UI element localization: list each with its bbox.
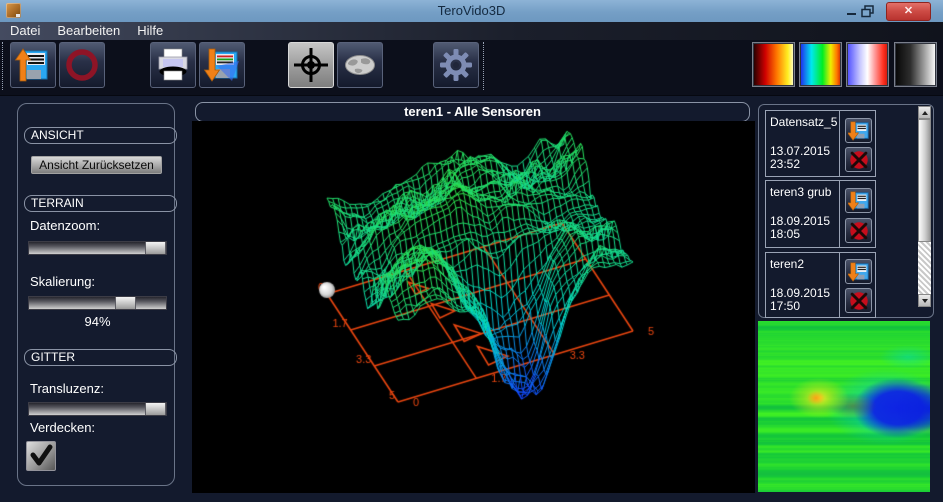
dataset-name: teren3 grub xyxy=(770,185,831,199)
minimize-button[interactable] xyxy=(845,4,859,18)
close-button[interactable]: ✕ xyxy=(886,2,931,21)
app-window: TeroVido3D ✕ Datei Bearbeiten Hilfe xyxy=(0,0,943,502)
record-circle-icon xyxy=(63,46,101,84)
scroll-up-button[interactable] xyxy=(918,106,931,119)
colormap-grayscale-button[interactable] xyxy=(894,42,937,87)
dataset-date: 18.09.2015 xyxy=(770,214,830,228)
colormap-rainbow-button[interactable] xyxy=(799,42,842,87)
scroll-down-button[interactable] xyxy=(918,294,931,307)
scrollbar-track[interactable] xyxy=(918,242,931,294)
dataset-delete-button[interactable] xyxy=(845,147,872,172)
dataset-item[interactable]: teren3 grub 18.09.2015 18:05 xyxy=(765,180,876,248)
dataset-date: 18.09.2015 xyxy=(770,286,830,300)
dataset-item[interactable]: Datensatz_5 13.07.2015 23:52 xyxy=(765,110,876,177)
checkmark-icon xyxy=(27,442,55,470)
toolbar-separator xyxy=(483,42,484,90)
dataset-delete-button[interactable] xyxy=(845,218,872,243)
crosshair-button[interactable] xyxy=(288,42,334,88)
floppy-down-arrow-icon xyxy=(848,261,870,283)
load-project-button[interactable] xyxy=(10,42,56,88)
dataset-name: teren2 xyxy=(770,257,804,271)
minimize-icon xyxy=(847,13,856,15)
settings-sidebar: ANSICHT Ansicht Zurücksetzen TERRAIN Dat… xyxy=(17,103,175,486)
floppy-down-arrow-icon xyxy=(848,190,870,212)
delete-x-icon xyxy=(848,290,870,312)
toolbar xyxy=(0,40,943,96)
dataset-save-button[interactable] xyxy=(845,259,872,284)
viewport-title: teren1 - Alle Sensoren xyxy=(195,102,750,122)
toolbar-separator xyxy=(2,42,3,90)
globe-button[interactable] xyxy=(337,42,383,88)
arrow-down-icon xyxy=(922,299,928,303)
group-gitter: GITTER xyxy=(24,349,177,366)
scrollbar-thumb[interactable] xyxy=(918,119,931,242)
floppy-down-arrow-icon xyxy=(203,46,241,84)
transluzenz-slider-handle[interactable] xyxy=(145,403,166,415)
item-divider xyxy=(839,253,840,317)
item-divider xyxy=(839,111,840,176)
record-button[interactable] xyxy=(59,42,105,88)
colormap-hot-button[interactable] xyxy=(752,42,795,87)
skalierung-label: Skalierung: xyxy=(30,274,95,289)
skalierung-slider[interactable] xyxy=(28,296,167,310)
menu-item-hilfe[interactable]: Hilfe xyxy=(137,22,163,40)
verdecken-label: Verdecken: xyxy=(30,420,95,435)
dataset-date: 13.07.2015 xyxy=(770,144,830,158)
dataset-item[interactable]: teren2 18.09.2015 17:50 xyxy=(765,252,876,318)
crosshair-icon xyxy=(292,46,330,84)
arrow-up-icon xyxy=(922,111,928,115)
dataset-scrollbar[interactable] xyxy=(918,106,931,307)
menu-item-datei[interactable]: Datei xyxy=(10,22,40,40)
dataset-panel: Datensatz_5 13.07.2015 23:52 xyxy=(758,104,934,318)
group-ansicht: ANSICHT xyxy=(24,127,177,144)
heatmap-view[interactable] xyxy=(758,321,930,492)
title-bar: TeroVido3D ✕ xyxy=(0,0,943,22)
menu-bar: Datei Bearbeiten Hilfe xyxy=(0,22,943,40)
settings-button[interactable] xyxy=(433,42,479,88)
skalierung-slider-handle[interactable] xyxy=(115,297,136,309)
printer-icon xyxy=(154,46,192,84)
terrain-3d-view[interactable] xyxy=(192,121,755,493)
delete-x-icon xyxy=(848,149,870,171)
dataset-save-button[interactable] xyxy=(845,118,872,143)
window-title: TeroVido3D xyxy=(0,0,943,22)
dataset-name: Datensatz_5 xyxy=(770,115,837,129)
delete-x-icon xyxy=(848,220,870,242)
print-button[interactable] xyxy=(150,42,196,88)
dataset-time: 23:52 xyxy=(770,157,800,171)
reset-view-button[interactable]: Ansicht Zurücksetzen xyxy=(31,156,162,174)
item-divider xyxy=(839,181,840,247)
save-view-button[interactable] xyxy=(199,42,245,88)
menu-item-bearbeiten[interactable]: Bearbeiten xyxy=(57,22,120,40)
skalierung-readout: 94% xyxy=(28,314,167,329)
floppy-down-arrow-icon xyxy=(848,120,870,142)
dataset-save-button[interactable] xyxy=(845,188,872,213)
transluzenz-label: Transluzenz: xyxy=(30,381,104,396)
datenzoom-label: Datenzoom: xyxy=(30,218,100,233)
restore-icon xyxy=(861,5,875,18)
verdecken-checkbox[interactable] xyxy=(26,441,56,471)
transluzenz-slider[interactable] xyxy=(28,402,167,416)
settings-gear-icon xyxy=(437,46,475,84)
restore-button[interactable] xyxy=(861,5,875,18)
datenzoom-slider-handle[interactable] xyxy=(145,242,166,254)
datenzoom-slider[interactable] xyxy=(28,241,167,255)
group-terrain: TERRAIN xyxy=(24,195,177,212)
dataset-time: 18:05 xyxy=(770,227,800,241)
floppy-up-arrow-icon xyxy=(14,46,52,84)
colormap-bluewhitered-button[interactable] xyxy=(846,42,889,87)
dataset-delete-button[interactable] xyxy=(845,288,872,313)
globe-icon xyxy=(341,46,379,84)
dataset-time: 17:50 xyxy=(770,299,800,313)
